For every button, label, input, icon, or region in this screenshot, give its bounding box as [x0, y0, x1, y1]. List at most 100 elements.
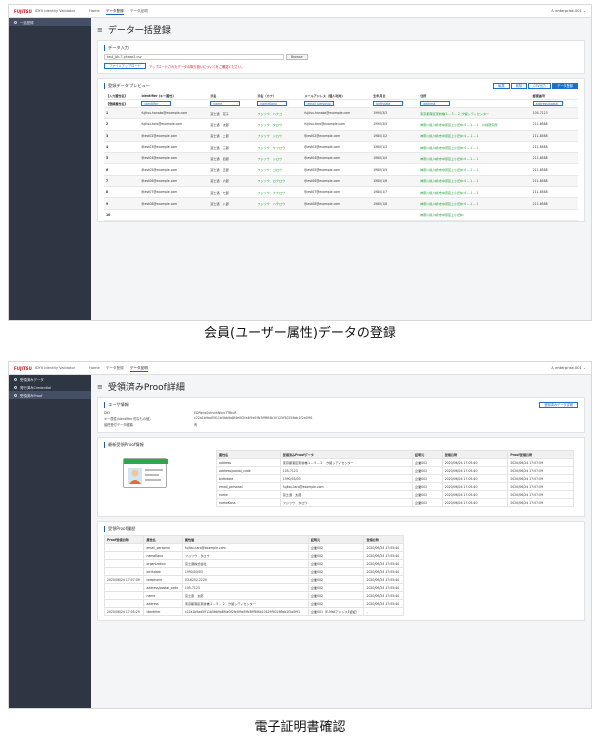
cell-kana: フジツウ ゴロウ	[255, 163, 303, 176]
cell-id: fjtest06@example.com	[139, 175, 209, 188]
cell-name: 富士通 六郎	[208, 175, 256, 188]
menu-icon[interactable]: ≡	[97, 26, 103, 34]
table-row[interactable]: 8 fjtest07@example.com 富士通 七郎 フジツウ ナナロウ fjte…	[104, 186, 578, 199]
browse-button[interactable]: Browse	[286, 54, 308, 60]
section-title-preview: 登録データプレビュー	[104, 83, 150, 89]
register-data-button[interactable]: データ登録	[552, 83, 578, 89]
upload-button[interactable]: ファイルアップロード	[104, 63, 146, 69]
table-cell: 2020/06/24 17:05:40	[363, 543, 404, 552]
sidebar: 受領済みデータ 発行済みCredential 受領済みProof	[9, 375, 91, 708]
cell-n: 2	[104, 118, 140, 131]
cell-zip: 211-8588	[530, 141, 578, 154]
table-cell: telephone	[143, 575, 183, 584]
table-row[interactable]: 9 fjtest08@example.com 富士通 八郎 フジツウ ハチロウ fjte…	[104, 197, 578, 210]
cell-birth: 1980/1/7	[371, 186, 419, 199]
cell-zip	[530, 209, 578, 221]
cell-name: 富士通 三郎	[208, 141, 256, 154]
mapping-input[interactable]: address	[420, 101, 451, 106]
nav-data-proof[interactable]: データ証明	[130, 9, 148, 13]
cell-kana: フジツウ ロクロウ	[255, 175, 303, 188]
table-cell: 2020/06/24 17:05:40	[363, 599, 404, 608]
edit-button[interactable]: 編集	[493, 83, 510, 89]
cell-id: fjtest04@example.com	[139, 152, 209, 165]
delete-button[interactable]: 削除	[510, 83, 528, 89]
mapping-input[interactable]: email_personal	[304, 101, 335, 106]
table-cell: 105-7123	[181, 583, 309, 592]
table-cell: 2020/06/24 17:05:40	[441, 490, 509, 499]
table-cell: 企業002	[307, 567, 365, 576]
sidebar-item-received-proof[interactable]: 受領済みProof	[9, 391, 91, 399]
cell-kana: フジツウ ナナロウ	[255, 186, 303, 199]
cell-id: fjtest05@example.com	[139, 163, 209, 176]
nav-data-proof[interactable]: データ証明	[129, 365, 148, 372]
mapping-input[interactable]: name	[210, 101, 241, 106]
table-cell: 2020/06/24 17:05:40	[441, 474, 509, 483]
cell-zip: 211-8588	[530, 118, 578, 131]
column-header: 属性名	[143, 535, 183, 544]
file-path-input[interactable]: test_jcb-7-phase2.csv	[104, 54, 284, 60]
cell-birth: 1980/1/2	[371, 130, 419, 142]
preview-header: 登録データプレビュー 編集 削除 CSV出力 データ登録	[104, 83, 578, 89]
column-header: Proof受領日時	[103, 535, 145, 544]
cell-email: fjtest04@example.com	[302, 152, 372, 165]
cell-n: 10	[104, 209, 140, 221]
nav-data-registration[interactable]: データ登録	[105, 8, 124, 15]
cell-n: 5	[104, 152, 140, 165]
nav-home[interactable]: Home	[89, 9, 100, 13]
cell-id: fjtest08@example.com	[139, 197, 209, 210]
user-name: enterprise-001	[555, 366, 582, 370]
table-row: address/postal_code 105-7123 企業002 2020/06/…	[103, 583, 404, 592]
cell-zip: 211-8588	[530, 175, 578, 188]
table-cell: address	[143, 599, 183, 608]
column-header: メールアドレス（個人利用）	[302, 92, 372, 100]
data-input-card: データ入力 test_jcb-7-phase2.csv Browse ファイルア…	[97, 40, 585, 74]
cell-n: 8	[104, 186, 140, 199]
table-row[interactable]: 4 fjtest03@example.com 富士通 三郎 フジツウ サブロウ fjte…	[104, 141, 578, 154]
section-title-proof-history: 受領Proof履歴	[104, 526, 578, 532]
user-menu[interactable]: ♙ enterprise-001 ⌄	[551, 366, 586, 370]
mapping-input[interactable]: address/postal_	[532, 101, 563, 106]
table-row: email_personal fujitsu.taro@example.com 企業…	[103, 543, 404, 552]
table-row[interactable]: 1 fujitsu.hanako@example.com 富士通 花子 フジツウ ハナ…	[104, 107, 578, 120]
table-cell: organization	[143, 559, 183, 568]
menu-icon[interactable]: ≡	[97, 383, 103, 391]
cell-zip: 211-8588	[530, 163, 578, 176]
table-cell: -	[363, 607, 404, 616]
cell-addr: 神奈川県川崎市中原区上小田中４－１－１	[418, 163, 531, 176]
cell-id: fjtest03@example.com	[139, 141, 209, 154]
table-cell: address/postal_code	[143, 583, 183, 592]
mapping-input[interactable]: birthdate	[373, 101, 404, 106]
nav-data-registration[interactable]: データ登録	[106, 366, 124, 370]
sidebar-item-received-data[interactable]: 受領済みデータ	[9, 375, 91, 383]
table-row[interactable]: 10 神奈川県川崎市中原区上小田中	[104, 209, 578, 221]
csv-export-button[interactable]: CSV出力	[528, 83, 551, 89]
mapping-input[interactable]: identifier	[141, 101, 172, 106]
sidebar-item-bulk-registration[interactable]: 一括登録	[9, 18, 91, 26]
cell-email: fujitsu.taro@example.com	[302, 118, 372, 131]
cell-addr: 神奈川県川崎市中原区上小田中４－１－１	[418, 141, 531, 154]
cell-email: fjtest03@example.com	[302, 141, 372, 154]
cell-kana: フジツウ タロウ	[255, 118, 303, 131]
table-cell: 2020/06/24 17:07:09	[507, 458, 574, 467]
sidebar-item-issued-credential[interactable]: 発行済みCredential	[9, 383, 91, 391]
upload-note-link[interactable]: アップロードされたデータの取り扱いについてをご確認ください。	[149, 64, 244, 69]
top-bar: FUJITSU IDYX Identity Validator Home データ登…	[9, 5, 591, 18]
registered-data-detail-button[interactable]: 登録済みデータ詳細	[539, 402, 578, 408]
nav-home[interactable]: Home	[89, 366, 100, 370]
mapping-input[interactable]: nameKana	[257, 101, 288, 106]
table-row[interactable]: 2 fujitsu.taro@example.com 富士通 太郎 フジツウ タロウ f…	[104, 118, 578, 131]
cell-kana: フジツウ サブロウ	[255, 141, 303, 154]
cell-n: 4	[104, 141, 140, 154]
user-menu[interactable]: ♙ enterprise-001 ⌄	[551, 9, 586, 13]
cell-email: fjtest07@example.com	[302, 186, 372, 199]
table-cell: 企業002	[411, 490, 443, 499]
table-row[interactable]: 6 fjtest05@example.com 富士通 五郎 フジツウ ゴロウ fjtes…	[104, 163, 578, 176]
table-row[interactable]: 3 fjtest02@example.com 富士通 二郎 フジツウ ジロウ fjtes…	[104, 130, 578, 142]
table-row[interactable]: 7 fjtest06@example.com 富士通 六郎 フジツウ ロクロウ fjte…	[104, 175, 578, 188]
cell-addr: 神奈川県川崎市中原区上小田中４－１－１	[418, 186, 531, 199]
table-cell: nameKana	[143, 551, 183, 560]
table-cell: 企業001（E-MailアドレスE認証）	[307, 607, 365, 616]
table-row[interactable]: 5 fjtest04@example.com 富士通 四郎 フジツウ シロウ fjtes…	[104, 152, 578, 165]
cell-name: 富士通 太郎	[208, 118, 256, 131]
table-cell: 企業002	[411, 482, 443, 491]
